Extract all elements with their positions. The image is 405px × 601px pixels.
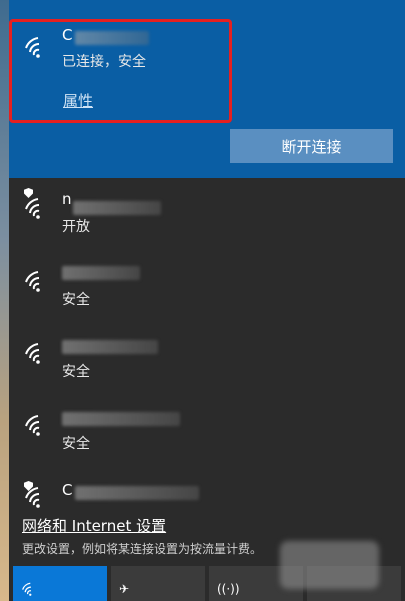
network-name-redaction [75,486,199,500]
wifi-icon [24,270,48,292]
network-item[interactable]: 安全 [9,400,405,472]
network-status: 安全 [62,436,90,452]
wifi-icon [21,582,37,596]
settings-description: 更改设置，例如将某连接设置为按流量计费。 [22,542,263,556]
network-item[interactable]: n 开放 [9,183,405,255]
connected-network-panel[interactable]: C 已连接，安全 属性 断开连接 [9,0,405,178]
network-flyout: C 已连接，安全 属性 断开连接 n 开放 安全 安全 安全 C 网络和 Int… [9,0,405,601]
network-status: 安全 [62,364,90,380]
wifi-toggle-tile[interactable] [13,566,107,601]
network-status: 安全 [62,292,90,308]
network-name: n [62,190,72,208]
network-item[interactable]: C [9,472,405,510]
network-name-redaction [62,266,140,280]
wifi-icon [24,414,48,436]
desktop-background [0,0,9,601]
highlight-box [9,19,232,123]
network-internet-settings-link[interactable]: 网络和 Internet 设置 [22,515,166,536]
network-item[interactable]: 安全 [9,328,405,400]
wifi-icon [24,342,48,364]
network-name-redaction [73,201,161,215]
hotspot-icon: ((·)) [217,582,240,596]
network-item[interactable]: 安全 [9,256,405,328]
watermark-smudge [280,541,379,589]
network-status: 开放 [62,219,90,235]
airplane-icon: ✈ [119,582,130,596]
network-name-redaction [62,412,180,426]
wifi-icon [24,197,48,219]
network-name-redaction [62,340,158,354]
airplane-mode-tile[interactable]: ✈ [111,566,205,601]
network-name: C [62,481,73,499]
disconnect-button[interactable]: 断开连接 [230,129,393,163]
